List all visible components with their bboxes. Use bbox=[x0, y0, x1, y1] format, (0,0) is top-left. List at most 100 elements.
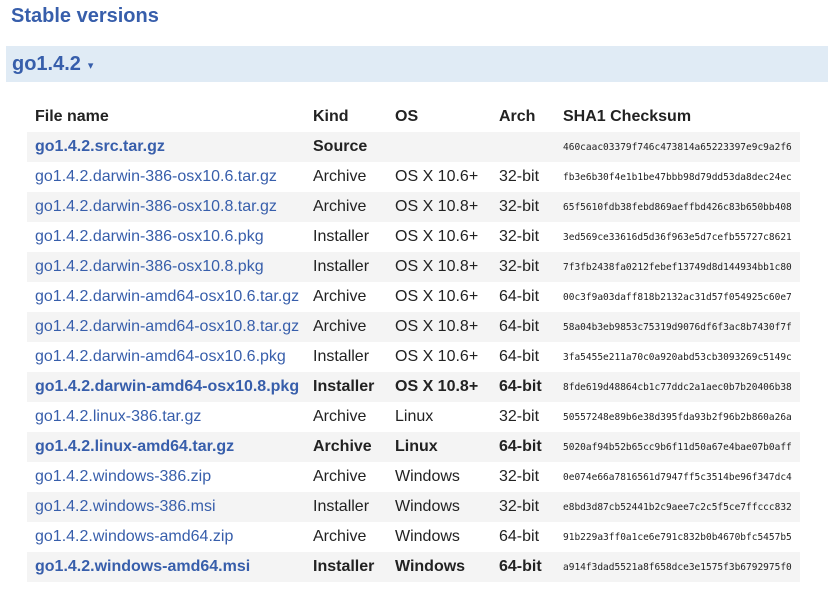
header-kind: Kind bbox=[313, 107, 349, 125]
sha1-checksum-cell: 91b229a3ff0a1ce6e791c832b0b4670bfc5457b5 bbox=[563, 531, 792, 543]
kind-cell: Installer bbox=[313, 558, 375, 575]
kind-cell: Archive bbox=[313, 168, 367, 185]
kind-cell: Archive bbox=[313, 198, 367, 215]
download-link[interactable]: go1.4.2.darwin-amd64-osx10.8.pkg bbox=[35, 378, 299, 395]
os-cell: OS X 10.6+ bbox=[395, 168, 479, 185]
download-link[interactable]: go1.4.2.darwin-amd64-osx10.8.tar.gz bbox=[35, 318, 299, 335]
os-cell bbox=[395, 132, 499, 162]
sha1-checksum-cell: 00c3f9a03daff818b2132ac31d57f054925c60e7 bbox=[563, 291, 792, 303]
table-row: go1.4.2.linux-386.tar.gz Archive Linux 32-b… bbox=[27, 402, 800, 432]
arch-cell: 32-bit bbox=[499, 408, 540, 425]
sha1-checksum-cell: 58a04b3eb9853c75319d9076df6f3ac8b7430f7f bbox=[563, 321, 792, 333]
table-row: go1.4.2.src.tar.gz Source 460caac03379f746… bbox=[27, 132, 800, 162]
header-arch: Arch bbox=[499, 107, 536, 125]
arch-cell: 32-bit bbox=[499, 498, 540, 515]
file-name-cell: go1.4.2.darwin-386-osx10.6.pkg bbox=[27, 222, 313, 252]
file-name-cell: go1.4.2.darwin-amd64-osx10.8.tar.gz bbox=[27, 312, 313, 342]
arch-cell: 64-bit bbox=[499, 558, 542, 575]
arch-cell: 32-bit bbox=[499, 168, 540, 185]
arch-cell: 64-bit bbox=[499, 528, 540, 545]
download-link[interactable]: go1.4.2.linux-amd64.tar.gz bbox=[35, 438, 234, 455]
download-link[interactable]: go1.4.2.darwin-386-osx10.8.pkg bbox=[35, 258, 264, 275]
download-link[interactable]: go1.4.2.windows-386.msi bbox=[35, 498, 216, 515]
kind-cell: Installer bbox=[313, 378, 375, 395]
arch-cell: 64-bit bbox=[499, 438, 542, 455]
table-row: go1.4.2.windows-amd64.zip Archive Windows 6… bbox=[27, 522, 800, 552]
file-name-cell: go1.4.2.darwin-386-osx10.8.tar.gz bbox=[27, 192, 313, 222]
file-name-cell: go1.4.2.darwin-amd64-osx10.6.pkg bbox=[27, 342, 313, 372]
os-cell: OS X 10.8+ bbox=[395, 258, 479, 275]
os-cell: OS X 10.6+ bbox=[395, 288, 479, 305]
table-row: go1.4.2.darwin-amd64-osx10.8.pkg Installe… bbox=[27, 372, 800, 402]
download-link[interactable]: go1.4.2.darwin-386-osx10.8.tar.gz bbox=[35, 198, 277, 215]
arch-cell: 32-bit bbox=[499, 468, 540, 485]
file-name-cell: go1.4.2.linux-amd64.tar.gz bbox=[27, 432, 313, 462]
os-cell: Windows bbox=[395, 498, 460, 515]
release-title[interactable]: go1.4.2 bbox=[12, 53, 81, 76]
sha1-checksum-cell: 7f3fb2438fa0212febef13749d8d144934bb1c80 bbox=[563, 261, 792, 273]
download-link[interactable]: go1.4.2.darwin-386-osx10.6.tar.gz bbox=[35, 168, 277, 185]
kind-cell: Archive bbox=[313, 288, 367, 305]
header-os: OS bbox=[395, 107, 419, 125]
sha1-checksum-cell: 50557248e89b6e38d395fda93b2f96b2b860a26a bbox=[563, 411, 792, 423]
table-row: go1.4.2.windows-386.zip Archive Windows 32-… bbox=[27, 462, 800, 492]
download-link[interactable]: go1.4.2.darwin-amd64-osx10.6.pkg bbox=[35, 348, 286, 365]
arch-cell: 32-bit bbox=[499, 198, 540, 215]
table-row: go1.4.2.darwin-amd64-osx10.8.tar.gz Archi… bbox=[27, 312, 800, 342]
sha1-checksum-cell: 5020af94b52b65cc9b6f11d50a67e4bae07b0aff bbox=[563, 441, 792, 453]
sha1-checksum-cell: 3fa5455e211a70c0a920abd53cb3093269c5149c bbox=[563, 351, 792, 363]
os-cell: Linux bbox=[395, 408, 434, 425]
sha1-checksum-cell: fb3e6b30f4e1b1be47bbb98d79dd53da8dec24ec bbox=[563, 171, 792, 183]
arch-cell: 64-bit bbox=[499, 288, 540, 305]
release-toggle[interactable]: go1.4.2 ▾ bbox=[6, 46, 828, 82]
header-sha1-checksum: SHA1 Checksum bbox=[563, 107, 692, 125]
kind-cell: Installer bbox=[313, 348, 370, 365]
download-link[interactable]: go1.4.2.linux-386.tar.gz bbox=[35, 408, 201, 425]
download-link[interactable]: go1.4.2.windows-amd64.zip bbox=[35, 528, 233, 545]
os-cell: Linux bbox=[395, 438, 438, 455]
download-link[interactable]: go1.4.2.windows-386.zip bbox=[35, 468, 211, 485]
os-cell: Windows bbox=[395, 528, 460, 545]
download-link[interactable]: go1.4.2.src.tar.gz bbox=[35, 138, 165, 155]
table-row: go1.4.2.darwin-386-osx10.6.pkg Installer O… bbox=[27, 222, 800, 252]
file-name-cell: go1.4.2.windows-amd64.msi bbox=[27, 552, 313, 582]
arch-cell: 32-bit bbox=[499, 258, 540, 275]
download-link[interactable]: go1.4.2.darwin-386-osx10.6.pkg bbox=[35, 228, 264, 245]
table-row: go1.4.2.windows-amd64.msi Installer Window… bbox=[27, 552, 800, 582]
sha1-checksum-cell: a914f3dad5521a8f658dce3e1575f3b6792975f0 bbox=[563, 561, 792, 573]
os-cell: Windows bbox=[395, 558, 466, 575]
downloads-table: File name Kind OS Arch SHA1 Checksum go1… bbox=[27, 101, 800, 582]
table-row: go1.4.2.darwin-386-osx10.8.pkg Installer O… bbox=[27, 252, 800, 282]
kind-cell: Installer bbox=[313, 498, 370, 515]
arch-cell: 32-bit bbox=[499, 228, 540, 245]
file-name-cell: go1.4.2.windows-386.zip bbox=[27, 462, 313, 492]
os-cell: OS X 10.8+ bbox=[395, 378, 479, 395]
os-cell: OS X 10.8+ bbox=[395, 318, 479, 335]
arch-cell: 64-bit bbox=[499, 348, 540, 365]
table-row: go1.4.2.darwin-amd64-osx10.6.tar.gz Archi… bbox=[27, 282, 800, 312]
table-row: go1.4.2.windows-386.msi Installer Windows 3… bbox=[27, 492, 800, 522]
kind-cell: Installer bbox=[313, 258, 370, 275]
file-name-cell: go1.4.2.darwin-amd64-osx10.8.pkg bbox=[27, 372, 313, 402]
table-row: go1.4.2.darwin-386-osx10.6.tar.gz Archive… bbox=[27, 162, 800, 192]
arch-cell bbox=[499, 132, 563, 162]
file-name-cell: go1.4.2.darwin-amd64-osx10.6.tar.gz bbox=[27, 282, 313, 312]
file-name-cell: go1.4.2.linux-386.tar.gz bbox=[27, 402, 313, 432]
os-cell: Windows bbox=[395, 468, 460, 485]
download-link[interactable]: go1.4.2.darwin-amd64-osx10.6.tar.gz bbox=[35, 288, 299, 305]
kind-cell: Installer bbox=[313, 228, 370, 245]
os-cell: OS X 10.8+ bbox=[395, 198, 479, 215]
sha1-checksum-cell: 3ed569ce33616d5d36f963e5d7cefb55727c8621 bbox=[563, 231, 792, 243]
kind-cell: Source bbox=[313, 138, 368, 155]
sha1-checksum-cell: 8fde619d48864cb1c77ddc2a1aec0b7b20406b38 bbox=[563, 381, 792, 393]
file-name-cell: go1.4.2.windows-amd64.zip bbox=[27, 522, 313, 552]
file-name-cell: go1.4.2.windows-386.msi bbox=[27, 492, 313, 522]
kind-cell: Archive bbox=[313, 408, 367, 425]
table-header-row: File name Kind OS Arch SHA1 Checksum bbox=[27, 101, 800, 132]
file-name-cell: go1.4.2.darwin-386-osx10.8.pkg bbox=[27, 252, 313, 282]
caret-down-icon[interactable]: ▾ bbox=[88, 59, 94, 72]
download-link[interactable]: go1.4.2.windows-amd64.msi bbox=[35, 558, 250, 575]
os-cell: OS X 10.6+ bbox=[395, 228, 479, 245]
file-name-cell: go1.4.2.darwin-386-osx10.6.tar.gz bbox=[27, 162, 313, 192]
arch-cell: 64-bit bbox=[499, 378, 542, 395]
